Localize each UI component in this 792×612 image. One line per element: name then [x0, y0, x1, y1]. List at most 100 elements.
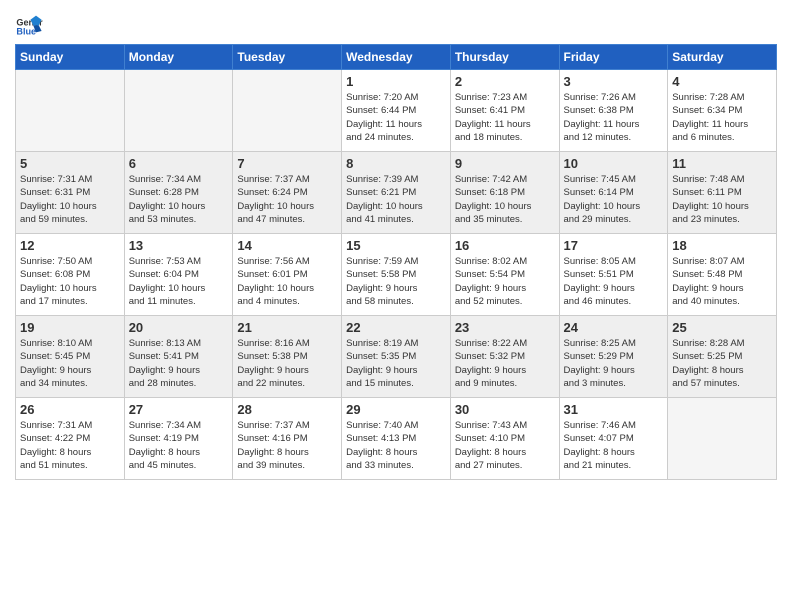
day-number: 24 [564, 320, 664, 335]
day-number: 11 [672, 156, 772, 171]
day-info: Sunrise: 7:31 AM Sunset: 6:31 PM Dayligh… [20, 173, 120, 226]
calendar-day-cell: 25 Sunrise: 8:28 AM Sunset: 5:25 PM Dayli… [668, 316, 777, 398]
calendar-day-cell: 7 Sunrise: 7:37 AM Sunset: 6:24 PM Daylig… [233, 152, 342, 234]
day-info: Sunrise: 7:59 AM Sunset: 5:58 PM Dayligh… [346, 255, 446, 308]
weekday-header-friday: Friday [559, 45, 668, 70]
weekday-header-saturday: Saturday [668, 45, 777, 70]
day-info: Sunrise: 7:39 AM Sunset: 6:21 PM Dayligh… [346, 173, 446, 226]
day-info: Sunrise: 7:53 AM Sunset: 6:04 PM Dayligh… [129, 255, 229, 308]
calendar-day-cell: 16 Sunrise: 8:02 AM Sunset: 5:54 PM Dayli… [450, 234, 559, 316]
day-number: 5 [20, 156, 120, 171]
calendar-day-cell: 13 Sunrise: 7:53 AM Sunset: 6:04 PM Dayli… [124, 234, 233, 316]
calendar-day-cell: 18Sunrise: 8:07 AM Sunset: 5:48 PM Dayli… [668, 234, 777, 316]
calendar-day-cell: 3 Sunrise: 7:26 AM Sunset: 6:38 PM Daylig… [559, 70, 668, 152]
day-number: 8 [346, 156, 446, 171]
calendar-day-cell: 20 Sunrise: 8:13 AM Sunset: 5:41 PM Dayli… [124, 316, 233, 398]
calendar-day-cell [16, 70, 125, 152]
calendar-day-cell: 28Sunrise: 7:37 AM Sunset: 4:16 PM Dayli… [233, 398, 342, 480]
calendar-day-cell: 15 Sunrise: 7:59 AM Sunset: 5:58 PM Dayli… [342, 234, 451, 316]
day-info: Sunrise: 7:40 AM Sunset: 4:13 PM Dayligh… [346, 419, 446, 472]
day-number: 15 [346, 238, 446, 253]
header: General Blue [15, 10, 777, 38]
calendar-week-row: 19 Sunrise: 8:10 AM Sunset: 5:45 PM Dayli… [16, 316, 777, 398]
day-number: 27 [129, 402, 229, 417]
day-info: Sunrise: 7:37 AM Sunset: 6:24 PM Dayligh… [237, 173, 337, 226]
day-number: 3 [564, 74, 664, 89]
day-info: Sunrise: 7:46 AM Sunset: 4:07 PM Dayligh… [564, 419, 664, 472]
calendar-day-cell: 9Sunrise: 7:42 AM Sunset: 6:18 PM Daylig… [450, 152, 559, 234]
day-info: Sunrise: 8:07 AM Sunset: 5:48 PM Dayligh… [672, 255, 772, 308]
day-info: Sunrise: 7:45 AM Sunset: 6:14 PM Dayligh… [564, 173, 664, 226]
day-number: 13 [129, 238, 229, 253]
day-info: Sunrise: 7:34 AM Sunset: 4:19 PM Dayligh… [129, 419, 229, 472]
day-info: Sunrise: 7:50 AM Sunset: 6:08 PM Dayligh… [20, 255, 120, 308]
weekday-header-thursday: Thursday [450, 45, 559, 70]
day-info: Sunrise: 8:16 AM Sunset: 5:38 PM Dayligh… [237, 337, 337, 390]
calendar-day-cell: 26 Sunrise: 7:31 AM Sunset: 4:22 PM Dayli… [16, 398, 125, 480]
day-number: 23 [455, 320, 555, 335]
day-info: Sunrise: 8:02 AM Sunset: 5:54 PM Dayligh… [455, 255, 555, 308]
day-number: 16 [455, 238, 555, 253]
calendar-week-row: 1 Sunrise: 7:20 AM Sunset: 6:44 PM Daylig… [16, 70, 777, 152]
weekday-header-row: SundayMondayTuesdayWednesdayThursdayFrid… [16, 45, 777, 70]
day-number: 7 [237, 156, 337, 171]
weekday-header-tuesday: Tuesday [233, 45, 342, 70]
calendar-week-row: 5 Sunrise: 7:31 AM Sunset: 6:31 PM Daylig… [16, 152, 777, 234]
day-number: 26 [20, 402, 120, 417]
day-number: 9 [455, 156, 555, 171]
day-info: Sunrise: 8:28 AM Sunset: 5:25 PM Dayligh… [672, 337, 772, 390]
day-number: 2 [455, 74, 555, 89]
calendar-day-cell [233, 70, 342, 152]
day-info: Sunrise: 7:56 AM Sunset: 6:01 PM Dayligh… [237, 255, 337, 308]
day-number: 17 [564, 238, 664, 253]
day-info: Sunrise: 8:19 AM Sunset: 5:35 PM Dayligh… [346, 337, 446, 390]
calendar-week-row: 26 Sunrise: 7:31 AM Sunset: 4:22 PM Dayli… [16, 398, 777, 480]
day-number: 1 [346, 74, 446, 89]
day-number: 4 [672, 74, 772, 89]
page-container: General Blue SundayMondayTuesdayWednesda… [0, 0, 792, 490]
day-info: Sunrise: 7:31 AM Sunset: 4:22 PM Dayligh… [20, 419, 120, 472]
day-info: Sunrise: 8:25 AM Sunset: 5:29 PM Dayligh… [564, 337, 664, 390]
day-number: 6 [129, 156, 229, 171]
day-info: Sunrise: 7:20 AM Sunset: 6:44 PM Dayligh… [346, 91, 446, 144]
day-number: 12 [20, 238, 120, 253]
day-number: 21 [237, 320, 337, 335]
day-info: Sunrise: 8:13 AM Sunset: 5:41 PM Dayligh… [129, 337, 229, 390]
weekday-header-wednesday: Wednesday [342, 45, 451, 70]
calendar-day-cell: 4 Sunrise: 7:28 AM Sunset: 6:34 PM Daylig… [668, 70, 777, 152]
calendar-day-cell: 11 Sunrise: 7:48 AM Sunset: 6:11 PM Dayli… [668, 152, 777, 234]
day-info: Sunrise: 7:28 AM Sunset: 6:34 PM Dayligh… [672, 91, 772, 144]
day-info: Sunrise: 7:26 AM Sunset: 6:38 PM Dayligh… [564, 91, 664, 144]
calendar-day-cell: 2Sunrise: 7:23 AM Sunset: 6:41 PM Daylig… [450, 70, 559, 152]
calendar-day-cell: 22 Sunrise: 8:19 AM Sunset: 5:35 PM Dayli… [342, 316, 451, 398]
calendar-day-cell: 30 Sunrise: 7:43 AM Sunset: 4:10 PM Dayli… [450, 398, 559, 480]
calendar-day-cell: 6 Sunrise: 7:34 AM Sunset: 6:28 PM Daylig… [124, 152, 233, 234]
day-info: Sunrise: 7:37 AM Sunset: 4:16 PM Dayligh… [237, 419, 337, 472]
weekday-header-monday: Monday [124, 45, 233, 70]
calendar-day-cell: 12 Sunrise: 7:50 AM Sunset: 6:08 PM Dayli… [16, 234, 125, 316]
calendar-day-cell: 29 Sunrise: 7:40 AM Sunset: 4:13 PM Dayli… [342, 398, 451, 480]
calendar-day-cell [124, 70, 233, 152]
logo: General Blue [15, 10, 43, 38]
day-number: 29 [346, 402, 446, 417]
day-info: Sunrise: 8:10 AM Sunset: 5:45 PM Dayligh… [20, 337, 120, 390]
day-number: 14 [237, 238, 337, 253]
day-number: 30 [455, 402, 555, 417]
day-info: Sunrise: 7:43 AM Sunset: 4:10 PM Dayligh… [455, 419, 555, 472]
calendar-day-cell: 14 Sunrise: 7:56 AM Sunset: 6:01 PM Dayli… [233, 234, 342, 316]
calendar-day-cell: 27 Sunrise: 7:34 AM Sunset: 4:19 PM Dayli… [124, 398, 233, 480]
calendar-day-cell: 8 Sunrise: 7:39 AM Sunset: 6:21 PM Daylig… [342, 152, 451, 234]
day-number: 22 [346, 320, 446, 335]
day-info: Sunrise: 7:48 AM Sunset: 6:11 PM Dayligh… [672, 173, 772, 226]
calendar-table: SundayMondayTuesdayWednesdayThursdayFrid… [15, 44, 777, 480]
day-number: 19 [20, 320, 120, 335]
day-number: 20 [129, 320, 229, 335]
calendar-day-cell: 23Sunrise: 8:22 AM Sunset: 5:32 PM Dayli… [450, 316, 559, 398]
svg-text:Blue: Blue [16, 27, 36, 37]
day-number: 31 [564, 402, 664, 417]
calendar-day-cell: 1 Sunrise: 7:20 AM Sunset: 6:44 PM Daylig… [342, 70, 451, 152]
day-number: 25 [672, 320, 772, 335]
day-number: 10 [564, 156, 664, 171]
calendar-day-cell: 19 Sunrise: 8:10 AM Sunset: 5:45 PM Dayli… [16, 316, 125, 398]
day-info: Sunrise: 7:34 AM Sunset: 6:28 PM Dayligh… [129, 173, 229, 226]
